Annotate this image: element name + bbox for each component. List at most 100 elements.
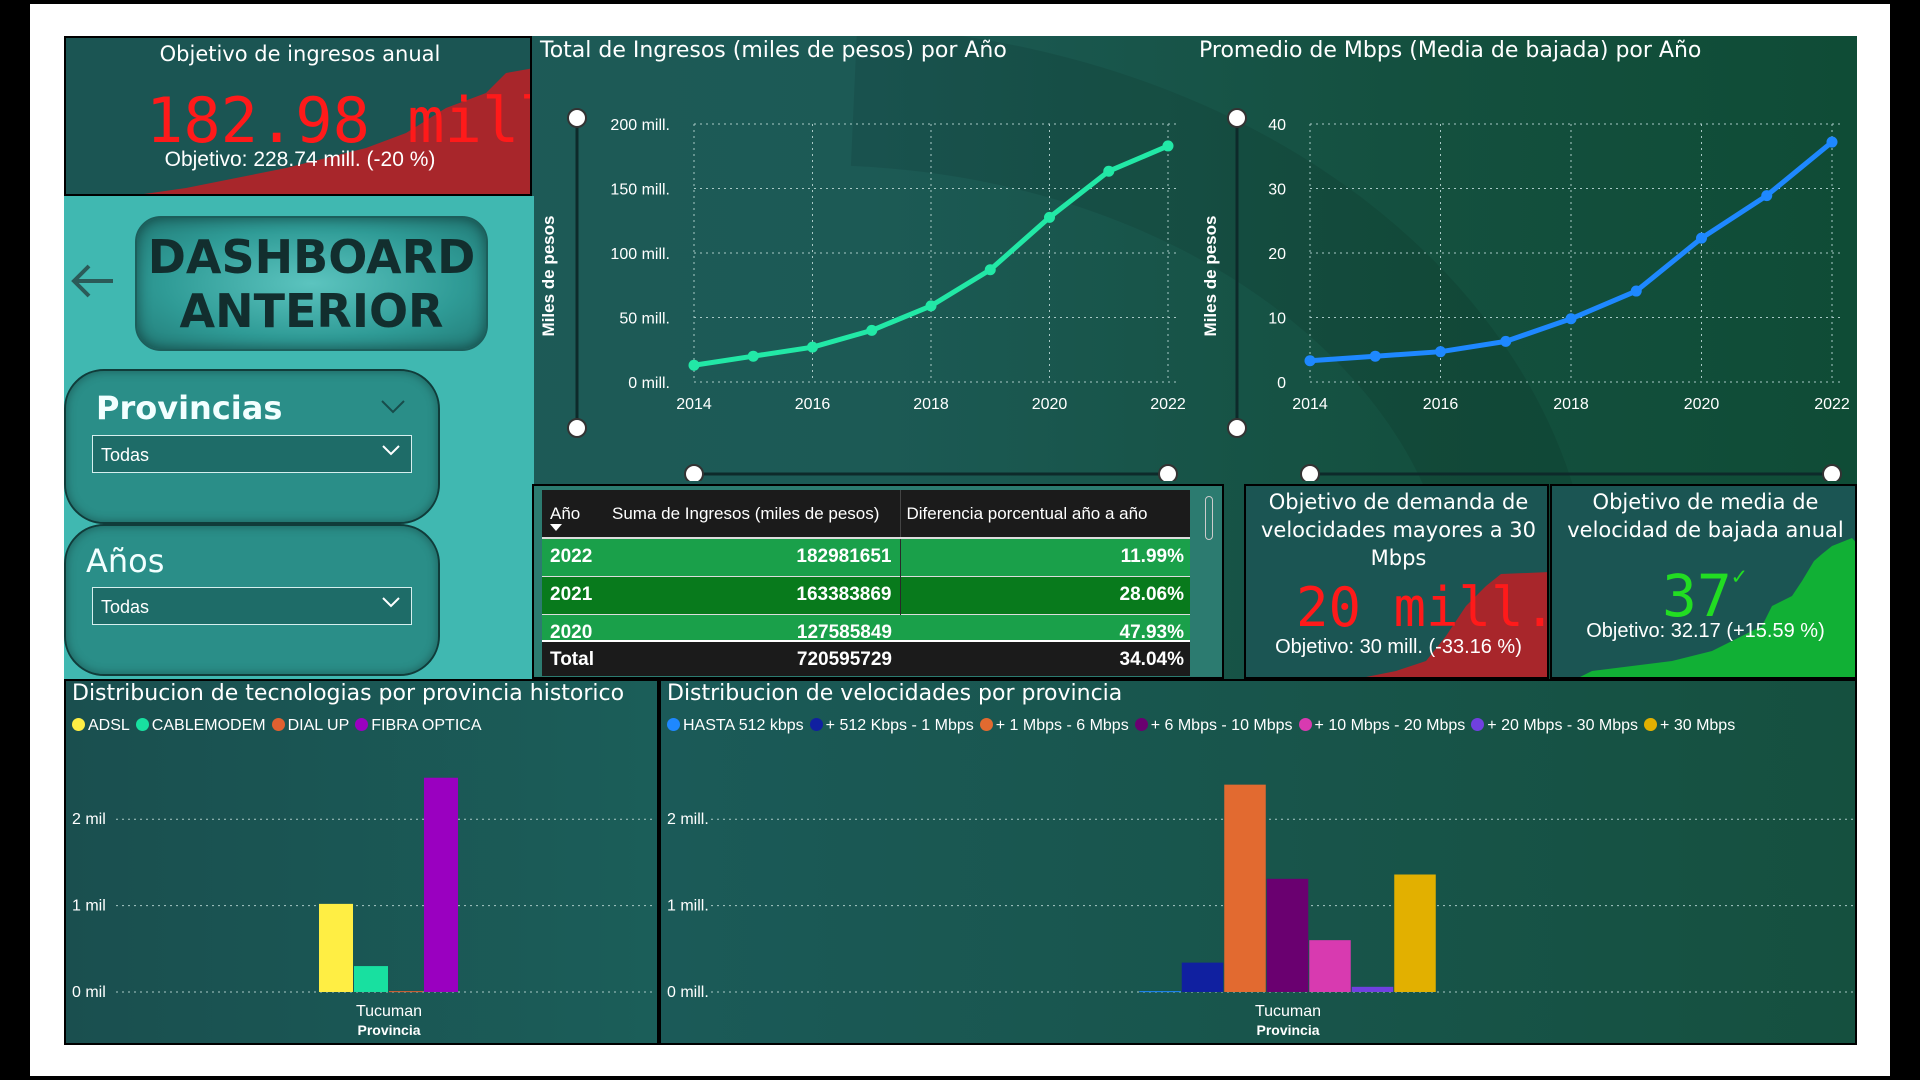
table-scrollbar[interactable] bbox=[1203, 492, 1215, 672]
y-range-slider-handle bbox=[567, 418, 587, 438]
y-tick-label: 0 mil bbox=[72, 984, 106, 1001]
x-tick-label: Tucuman bbox=[1255, 1003, 1321, 1020]
provincias-slicer: Provincias Todas bbox=[64, 369, 440, 524]
table-row[interactable]: 2022 182981651 11.99% bbox=[542, 538, 1190, 576]
provincias-dropdown[interactable]: Todas bbox=[92, 435, 412, 473]
x-tick-label: Tucuman bbox=[356, 1003, 422, 1020]
table-total-cell: 34.04% bbox=[1119, 648, 1184, 670]
kpi-demanda-title-1: Objetivo de demanda de bbox=[1268, 490, 1529, 514]
previous-dashboard-button[interactable]: DASHBOARD ANTERIOR bbox=[135, 216, 488, 351]
bar bbox=[1394, 874, 1436, 992]
y-tick-label: 0 bbox=[1277, 375, 1286, 392]
table-cell: 2022 bbox=[550, 546, 593, 568]
x-range-slider-handle bbox=[684, 464, 704, 481]
table-total-cell: Total bbox=[550, 648, 594, 670]
y-tick-label: 40 bbox=[1268, 117, 1286, 134]
x-tick-label: 2014 bbox=[1292, 396, 1328, 413]
kpi-ingresos-value: 182.98 mill. bbox=[146, 84, 530, 157]
anios-dropdown[interactable]: Todas bbox=[92, 587, 412, 625]
col-header-diferencia[interactable]: Diferencia porcentual año a año bbox=[900, 490, 1190, 538]
ingresos-chart-svg: Miles de pesos 200 mill. 150 mill. 100 mill… bbox=[539, 108, 1186, 481]
table-cell: 28.06% bbox=[1119, 584, 1184, 605]
kpi-velocidad-goal: Objetivo: 32.17 (+15.59 %) bbox=[1586, 620, 1825, 642]
ingresos-table[interactable]: Año Suma de Ingresos (miles de pesos) Di… bbox=[532, 484, 1224, 679]
kpi-demanda-card[interactable]: Objetivo de demanda de velocidades mayor… bbox=[1244, 484, 1549, 679]
x-tick-label: 2022 bbox=[1150, 396, 1186, 413]
data-point bbox=[1369, 350, 1381, 362]
anios-slicer: Años Todas bbox=[64, 524, 440, 676]
kpi-velocidad-title-2: velocidad de bajada anual bbox=[1567, 518, 1844, 542]
provincias-slicer-title: Provincias bbox=[96, 389, 283, 427]
x-tick-label: 2020 bbox=[1684, 396, 1720, 413]
anios-slicer-title: Años bbox=[86, 542, 165, 580]
x-tick-label: 2018 bbox=[1553, 396, 1589, 413]
y-tick-label: 1 mill. bbox=[667, 898, 709, 915]
kpi-demanda-value: 20 mill. bbox=[1296, 576, 1549, 639]
col-header-ingresos[interactable]: Suma de Ingresos (miles de pesos) bbox=[604, 490, 901, 538]
data-point bbox=[1044, 211, 1055, 223]
x-range-slider-handle bbox=[1822, 464, 1842, 481]
x-range-slider-handle bbox=[1158, 464, 1178, 481]
x-axis-label: Provincia bbox=[1256, 1022, 1319, 1038]
data-point bbox=[984, 264, 996, 276]
data-point bbox=[1761, 190, 1773, 202]
bar bbox=[319, 903, 353, 992]
y-range-slider-handle bbox=[567, 108, 587, 128]
data-point bbox=[866, 324, 878, 336]
bar bbox=[1309, 940, 1351, 992]
kpi-ingresos-title: Objetivo de ingresos anual bbox=[159, 42, 441, 66]
data-point bbox=[747, 350, 759, 362]
kpi-demanda-title: Objetivo de demanda de velocidades mayor… bbox=[1246, 488, 1547, 572]
table-cell: 182981651 bbox=[604, 538, 901, 576]
y-range-slider-handle bbox=[1227, 108, 1247, 128]
chevron-down-icon[interactable] bbox=[380, 399, 406, 415]
bar bbox=[354, 966, 388, 992]
table-cell: 2021 bbox=[550, 584, 593, 605]
data-point bbox=[688, 359, 700, 371]
data-point bbox=[1500, 335, 1512, 347]
x-range-slider-handle bbox=[1300, 464, 1320, 481]
y-tick-label: 30 bbox=[1268, 182, 1286, 199]
kpi-demanda-title-2: velocidades mayores a 30 bbox=[1260, 518, 1537, 542]
mbps-line-chart[interactable]: Promedio de Mbps (Media de bajada) por A… bbox=[1194, 36, 1857, 481]
x-tick-label: 2016 bbox=[795, 396, 831, 413]
bar bbox=[389, 991, 423, 993]
x-tick-label: 2020 bbox=[1032, 396, 1068, 413]
x-axis-label: Provincia bbox=[357, 1022, 420, 1038]
table-cell: 163383869 bbox=[604, 576, 901, 614]
x-tick-label: 2014 bbox=[676, 396, 712, 413]
bar bbox=[1224, 784, 1266, 992]
ingresos-line-chart[interactable]: Total de Ingresos (miles de pesos) por A… bbox=[534, 36, 1194, 481]
velocidades-bar-chart[interactable]: Distribucion de velocidades por provinci… bbox=[659, 679, 1857, 1045]
y-tick-label: 10 bbox=[1268, 311, 1286, 328]
y-tick-label: 50 mill. bbox=[619, 311, 670, 328]
tecnologias-bar-chart[interactable]: Distribucion de tecnologias por provinci… bbox=[64, 679, 659, 1045]
table-total-cell: 720595729 bbox=[796, 648, 892, 670]
y-tick-label: 0 mill. bbox=[628, 375, 670, 392]
kpi-velocidad-title-1: Objetivo de media de bbox=[1592, 490, 1819, 514]
y-axis-label: Miles de pesos bbox=[1201, 216, 1220, 337]
kpi-demanda-title-3: Mbps bbox=[1370, 546, 1427, 570]
y-axis-label: Miles de pesos bbox=[539, 216, 558, 337]
y-tick-label: 0 mill. bbox=[667, 984, 709, 1001]
bar bbox=[1266, 878, 1309, 992]
table-row[interactable]: 2021 163383869 28.06% bbox=[542, 576, 1190, 614]
x-tick-label: 2016 bbox=[1423, 396, 1459, 413]
col-header-anio-label: Año bbox=[550, 503, 581, 523]
chevron-down-icon bbox=[382, 597, 400, 608]
x-tick-label: 2018 bbox=[913, 396, 949, 413]
data-point bbox=[1565, 313, 1577, 325]
data-point bbox=[1826, 136, 1838, 148]
bar bbox=[1351, 986, 1394, 992]
col-header-anio[interactable]: Año bbox=[542, 490, 604, 538]
kpi-velocidad-card[interactable]: Objetivo de media de velocidad de bajada… bbox=[1550, 484, 1857, 679]
previous-dashboard-label-1: DASHBOARD bbox=[147, 230, 476, 284]
x-tick-label: 2022 bbox=[1814, 396, 1850, 413]
bar bbox=[1181, 962, 1224, 992]
previous-dashboard-label-2: ANTERIOR bbox=[179, 284, 444, 338]
table-scrollbar-thumb[interactable] bbox=[1205, 496, 1213, 540]
arrow-left-icon[interactable] bbox=[69, 261, 117, 301]
kpi-ingresos-card[interactable]: Objetivo de ingresos anual 182.98 mill. … bbox=[64, 36, 532, 196]
kpi-demanda-goal: Objetivo: 30 mill. (-33.16 %) bbox=[1275, 636, 1522, 658]
anios-selected: Todas bbox=[101, 597, 150, 617]
